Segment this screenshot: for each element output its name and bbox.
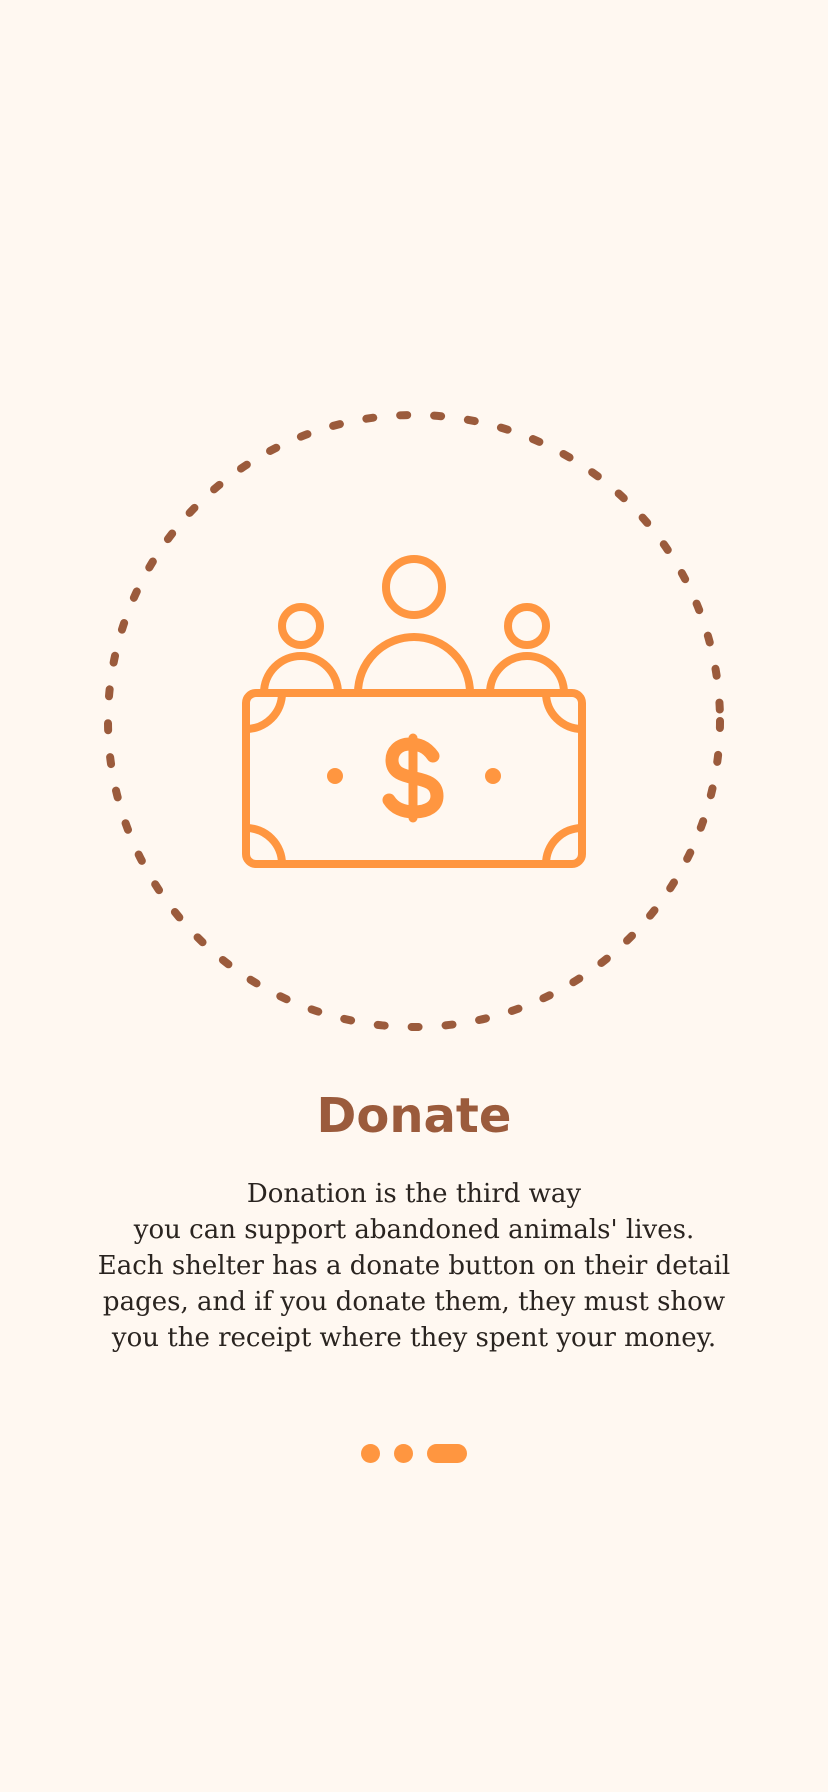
- dollar-sign-icon: [382, 733, 444, 823]
- description-line: you the receipt where they spent your mo…: [111, 1323, 717, 1353]
- person-body-left: [260, 652, 342, 697]
- donate-illustration: [104, 411, 724, 1031]
- description-line: you can support abandoned animals' lives…: [133, 1215, 695, 1245]
- person-head-right: [504, 603, 550, 649]
- page-indicator: [0, 1443, 828, 1463]
- description: Donation is the third way you can suppor…: [0, 1176, 828, 1356]
- page-dot-1[interactable]: [361, 1443, 380, 1463]
- person-head-left: [278, 603, 324, 649]
- description-line: pages, and if you donate them, they must…: [102, 1287, 726, 1317]
- page-dot-2[interactable]: [394, 1443, 413, 1463]
- page-title: Donate: [316, 1088, 512, 1144]
- person-body-center: [354, 633, 474, 697]
- person-head-center: [382, 555, 446, 619]
- person-body-right: [486, 652, 568, 697]
- bill-dot-left: [327, 768, 343, 784]
- page-dot-3-active[interactable]: [427, 1443, 467, 1463]
- description-line: Donation is the third way: [246, 1179, 582, 1209]
- description-line: Each shelter has a donate button on thei…: [97, 1251, 731, 1281]
- bill-dot-right: [485, 768, 501, 784]
